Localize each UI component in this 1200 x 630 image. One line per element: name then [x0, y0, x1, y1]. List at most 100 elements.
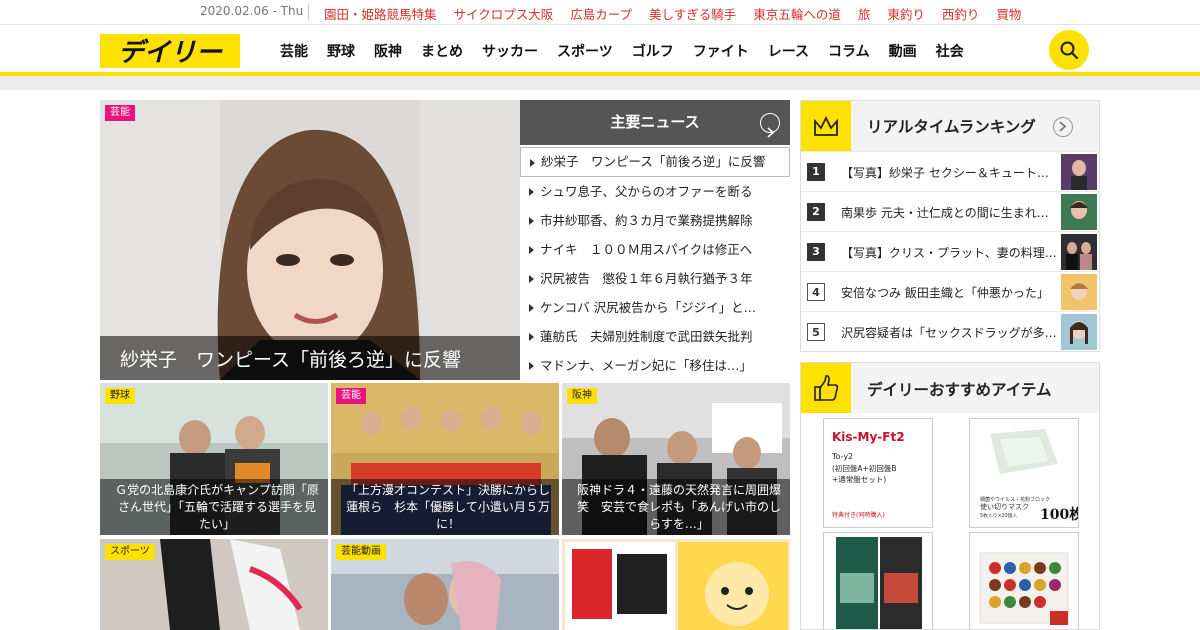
news-item-text: 沢尻被告 懲役１年６月執行猶予３年 [540, 271, 753, 286]
recommend-item[interactable] [823, 532, 933, 629]
article-caption: 阪神ドラ４・遠藤の天然発言に周囲爆笑 安芸で食レポも「あんげい市のしらすを…」 [562, 479, 790, 535]
item-image [824, 533, 932, 629]
nav-item[interactable]: 芸能 [280, 41, 308, 61]
triangle-icon [529, 217, 534, 225]
ranking-text: 【写真】紗栄子 セクシー＆キュートなオフショット [841, 166, 1059, 180]
news-item[interactable]: 市井紗耶香、約３カ月で業務提携解除 [520, 206, 790, 235]
topbar-links: 園田・姫路競馬特集 サイクロプス大阪 広島カープ 美しすぎる騎手 東京五輪への道… [324, 4, 1021, 23]
topbar-link[interactable]: 買物 [996, 4, 1021, 23]
article-tile[interactable] [562, 539, 790, 630]
top-bar: 2020.02.06 - Thu 園田・姫路競馬特集 サイクロプス大阪 広島カー… [0, 0, 1200, 24]
chevron-right-icon[interactable] [1053, 117, 1073, 137]
ranking-text: 安倍なつみ 飯田圭織と「仲悪かった」 [841, 286, 1049, 300]
rank-number: 5 [807, 323, 825, 341]
ranking-item[interactable]: 2 南果歩 元夫・辻仁成との間に生まれた息子 [801, 191, 1099, 231]
recommend-item[interactable]: Kis-My-Ft2 To-y2 (初回盤A+初回盤B +通常盤セット) 特典付… [823, 418, 933, 528]
news-item-text: ナイキ １００Ｍ用スパイクは修正へ [540, 242, 753, 257]
news-item[interactable]: ナイキ １００Ｍ用スパイクは修正へ [520, 235, 790, 264]
ranking-thumbnail [1061, 234, 1097, 270]
ranking-thumbnail [1061, 274, 1097, 310]
hero-article[interactable]: 芸能 紗栄子 ワンピース「前後ろ逆」に反響 [100, 100, 520, 380]
triangle-icon [529, 246, 534, 254]
svg-text:100枚: 100枚 [1040, 506, 1078, 523]
nav-item[interactable]: サッカー [482, 41, 538, 61]
topbar-link[interactable]: サイクロプス大阪 [454, 4, 554, 23]
topbar-link[interactable]: 東京五輪への道 [753, 4, 841, 23]
ranking-item[interactable]: 4 安倍なつみ 飯田圭織と「仲悪かった」 [801, 271, 1099, 311]
crown-icon [801, 101, 851, 151]
svg-text:使い切りマスク: 使い切りマスク [980, 502, 1029, 511]
nav-item[interactable]: レース [768, 41, 809, 61]
ranking-text: 沢尻容疑者は「セックスドラッグが多い」 [841, 326, 1059, 340]
news-item[interactable]: 沢尻被告 懲役１年６月執行猶予３年 [520, 264, 790, 293]
ranking-text: 【写真】クリス・プラット、妻の料理写真 [841, 246, 1059, 260]
article-tile[interactable]: 阪神 阪神ドラ４・遠藤の天然発言に周囲爆笑 安芸で食レポも「あんげい市のしらすを… [562, 383, 790, 535]
article-tile[interactable]: 野球 Ｇ党の北島康介氏がキャンプ訪問「原さん世代」「五輪で活躍する選手を見たい」 [100, 383, 328, 535]
article-tile[interactable]: 芸能動画 [331, 539, 559, 630]
site-header: デイリー 芸能 野球 阪神 まとめ サッカー スポーツ ゴルフ ファイト レース… [0, 24, 1200, 76]
article-tile[interactable]: スポーツ [100, 539, 328, 630]
nav-item[interactable]: ファイト [693, 41, 749, 61]
rank-number: 4 [807, 283, 825, 301]
recommend-header[interactable]: デイリーおすすめアイテム [801, 363, 1099, 413]
ranking-item[interactable]: 3 【写真】クリス・プラット、妻の料理写真 [801, 231, 1099, 271]
ranking-thumbnail [1061, 154, 1097, 190]
nav-item[interactable]: 野球 [327, 41, 355, 61]
ranking-item[interactable]: 5 沢尻容疑者は「セックスドラッグが多い」 [801, 311, 1099, 351]
topbar-link[interactable]: 美しすぎる騎手 [649, 4, 736, 23]
topbar-link[interactable]: 東釣り [887, 4, 925, 23]
logo-text: デイリー [118, 38, 223, 68]
nav-item[interactable]: 動画 [889, 41, 917, 61]
triangle-icon [530, 159, 535, 167]
category-tag: 阪神 [567, 388, 597, 404]
chevron-right-icon[interactable] [760, 113, 780, 138]
search-button[interactable] [1049, 30, 1089, 70]
category-tag: 芸能 [105, 105, 135, 121]
nav-item[interactable]: スポーツ [557, 41, 613, 61]
rank-number: 3 [807, 243, 825, 261]
header-strip [0, 76, 1200, 90]
ranking-text: 南果歩 元夫・辻仁成との間に生まれた息子 [841, 206, 1059, 220]
topbar-link[interactable]: 旅 [858, 4, 871, 23]
ranking-thumbnail [1061, 314, 1097, 350]
news-item[interactable]: 紗栄子 ワンピース「前後ろ逆」に反響 [520, 147, 790, 177]
topbar-link[interactable]: 広島カープ [570, 4, 632, 23]
nav-item[interactable]: ゴルフ [632, 41, 674, 61]
recommend-title: デイリーおすすめアイテム [867, 381, 1052, 399]
recommend-item[interactable]: 細菌やウイルス・花粉ブロック 使い切りマスク 5枚入り×20個入 100枚 [969, 418, 1079, 528]
rank-number: 2 [807, 203, 825, 221]
ranking-item[interactable]: 1 【写真】紗栄子 セクシー＆キュートなオフショット [801, 151, 1099, 191]
news-item[interactable]: マドンナ、メーガン妃に「移住は…」 [520, 351, 790, 380]
svg-text:細菌やウイルス・花粉ブロック: 細菌やウイルス・花粉ブロック [980, 496, 1050, 503]
article-tile[interactable]: 芸能 「上方漫才コンテスト」決勝にからし蓮根ら 杉本「優勝して小遣い月５万に！ [331, 383, 559, 535]
news-item-text: ケンコバ 沢尻被告から「ジジイ」と… [540, 300, 757, 315]
main-nav: 芸能 野球 阪神 まとめ サッカー スポーツ ゴルフ ファイト レース コラム … [280, 41, 964, 61]
nav-item[interactable]: コラム [828, 41, 870, 61]
search-icon [1060, 41, 1079, 60]
ranking-panel: リアルタイムランキング 1 【写真】紗栄子 セクシー＆キュートなオフショット 2… [800, 100, 1100, 352]
news-item[interactable]: ケンコバ 沢尻被告から「ジジイ」と… [520, 293, 790, 322]
rank-number: 1 [807, 163, 825, 181]
triangle-icon [529, 362, 534, 370]
item-image [970, 533, 1078, 629]
major-news-header[interactable]: 主要ニュース [520, 100, 790, 145]
ranking-title: リアルタイムランキング [867, 118, 1036, 136]
nav-item[interactable]: 阪神 [374, 41, 402, 61]
news-item[interactable]: シュワ息子、父からのオファーを断る [520, 177, 790, 206]
triangle-icon [529, 188, 534, 196]
triangle-icon [529, 333, 534, 341]
major-news-title: 主要ニュース [610, 113, 700, 131]
daily-logo[interactable]: デイリー [100, 34, 240, 68]
topbar-link[interactable]: 西釣り [942, 4, 980, 23]
recommend-item[interactable] [969, 532, 1079, 629]
nav-item[interactable]: 社会 [936, 41, 964, 61]
topbar-link[interactable]: 園田・姫路競馬特集 [324, 4, 437, 23]
category-tag: 芸能 [336, 388, 366, 404]
ranking-header[interactable]: リアルタイムランキング [801, 101, 1099, 151]
svg-text:To-y2: To-y2 [831, 452, 853, 461]
article-caption: 「上方漫才コンテスト」決勝にからし蓮根ら 杉本「優勝して小遣い月５万に！ [331, 479, 559, 535]
news-item[interactable]: 蓮舫氏 夫婦別姓制度で武田鉄矢批判 [520, 322, 790, 351]
date-label: 2020.02.06 - Thu [200, 4, 304, 18]
nav-item[interactable]: まとめ [421, 41, 463, 61]
item-image: Kis-My-Ft2 To-y2 (初回盤A+初回盤B +通常盤セット) 特典付… [824, 419, 932, 527]
